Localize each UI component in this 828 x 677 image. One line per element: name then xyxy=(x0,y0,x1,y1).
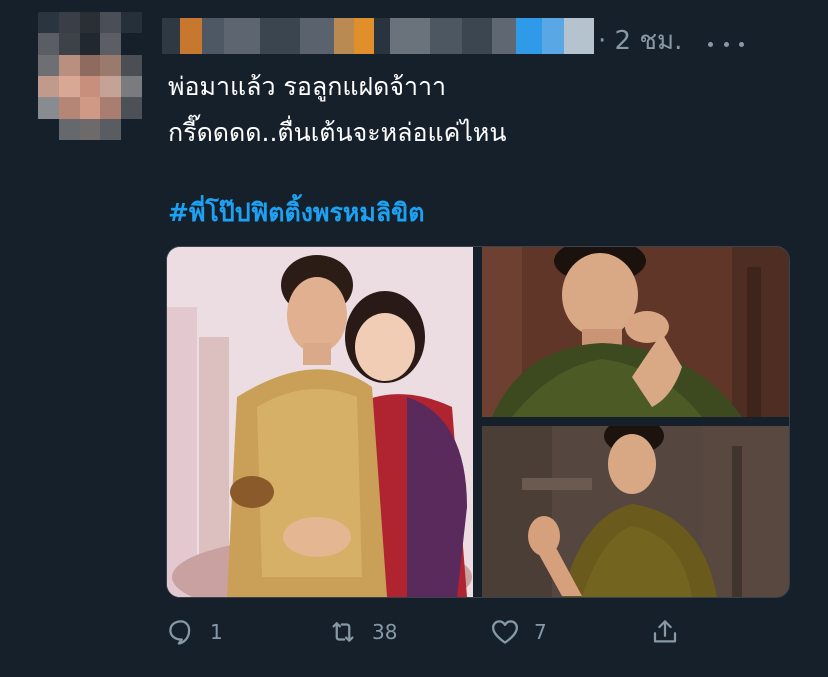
tweet-text-line: พ่อมาแล้ว รอลูกแฝดจ้าาา xyxy=(168,72,447,101)
media-photo-couple[interactable] xyxy=(167,247,473,597)
reply-icon xyxy=(169,620,191,645)
tweet-text: พ่อมาแล้ว รอลูกแฝดจ้าาา กรี๊ดดดด..ตื่นเต… xyxy=(168,64,788,156)
display-name[interactable] xyxy=(162,18,594,54)
timestamp[interactable]: · 2 ชม. xyxy=(598,26,682,56)
like-icon xyxy=(492,620,518,644)
avatar[interactable] xyxy=(38,12,142,140)
like-button[interactable]: 7 xyxy=(490,610,547,654)
retweet-count: 38 xyxy=(372,620,398,644)
reply-button[interactable]: 1 xyxy=(166,610,223,654)
media-grid xyxy=(166,246,790,598)
reply-count: 1 xyxy=(210,620,223,644)
hashtag-link[interactable]: #พี่โป๊ปฟิตติ้งพรหมลิขิต xyxy=(168,190,424,236)
tweet-header: · 2 ชม. xyxy=(162,10,782,56)
tweet-actions: 1 38 7 xyxy=(166,610,726,654)
share-button[interactable] xyxy=(650,610,680,654)
retweet-icon xyxy=(332,622,354,642)
like-count: 7 xyxy=(534,620,547,644)
media-photo-brown-shirt[interactable] xyxy=(482,426,789,597)
media-photo-green-shirt[interactable] xyxy=(482,247,789,417)
tweet[interactable]: · 2 ชม. พ่อมาแล้ว รอลูกแฝดจ้าาา กรี๊ดดดด… xyxy=(0,0,828,677)
share-icon xyxy=(653,620,677,643)
retweet-button[interactable]: 38 xyxy=(328,610,397,654)
tweet-text-line: กรี๊ดดดด..ตื่นเต้นจะหล่อแค่ไหน xyxy=(168,118,507,147)
more-icon[interactable] xyxy=(708,32,744,56)
